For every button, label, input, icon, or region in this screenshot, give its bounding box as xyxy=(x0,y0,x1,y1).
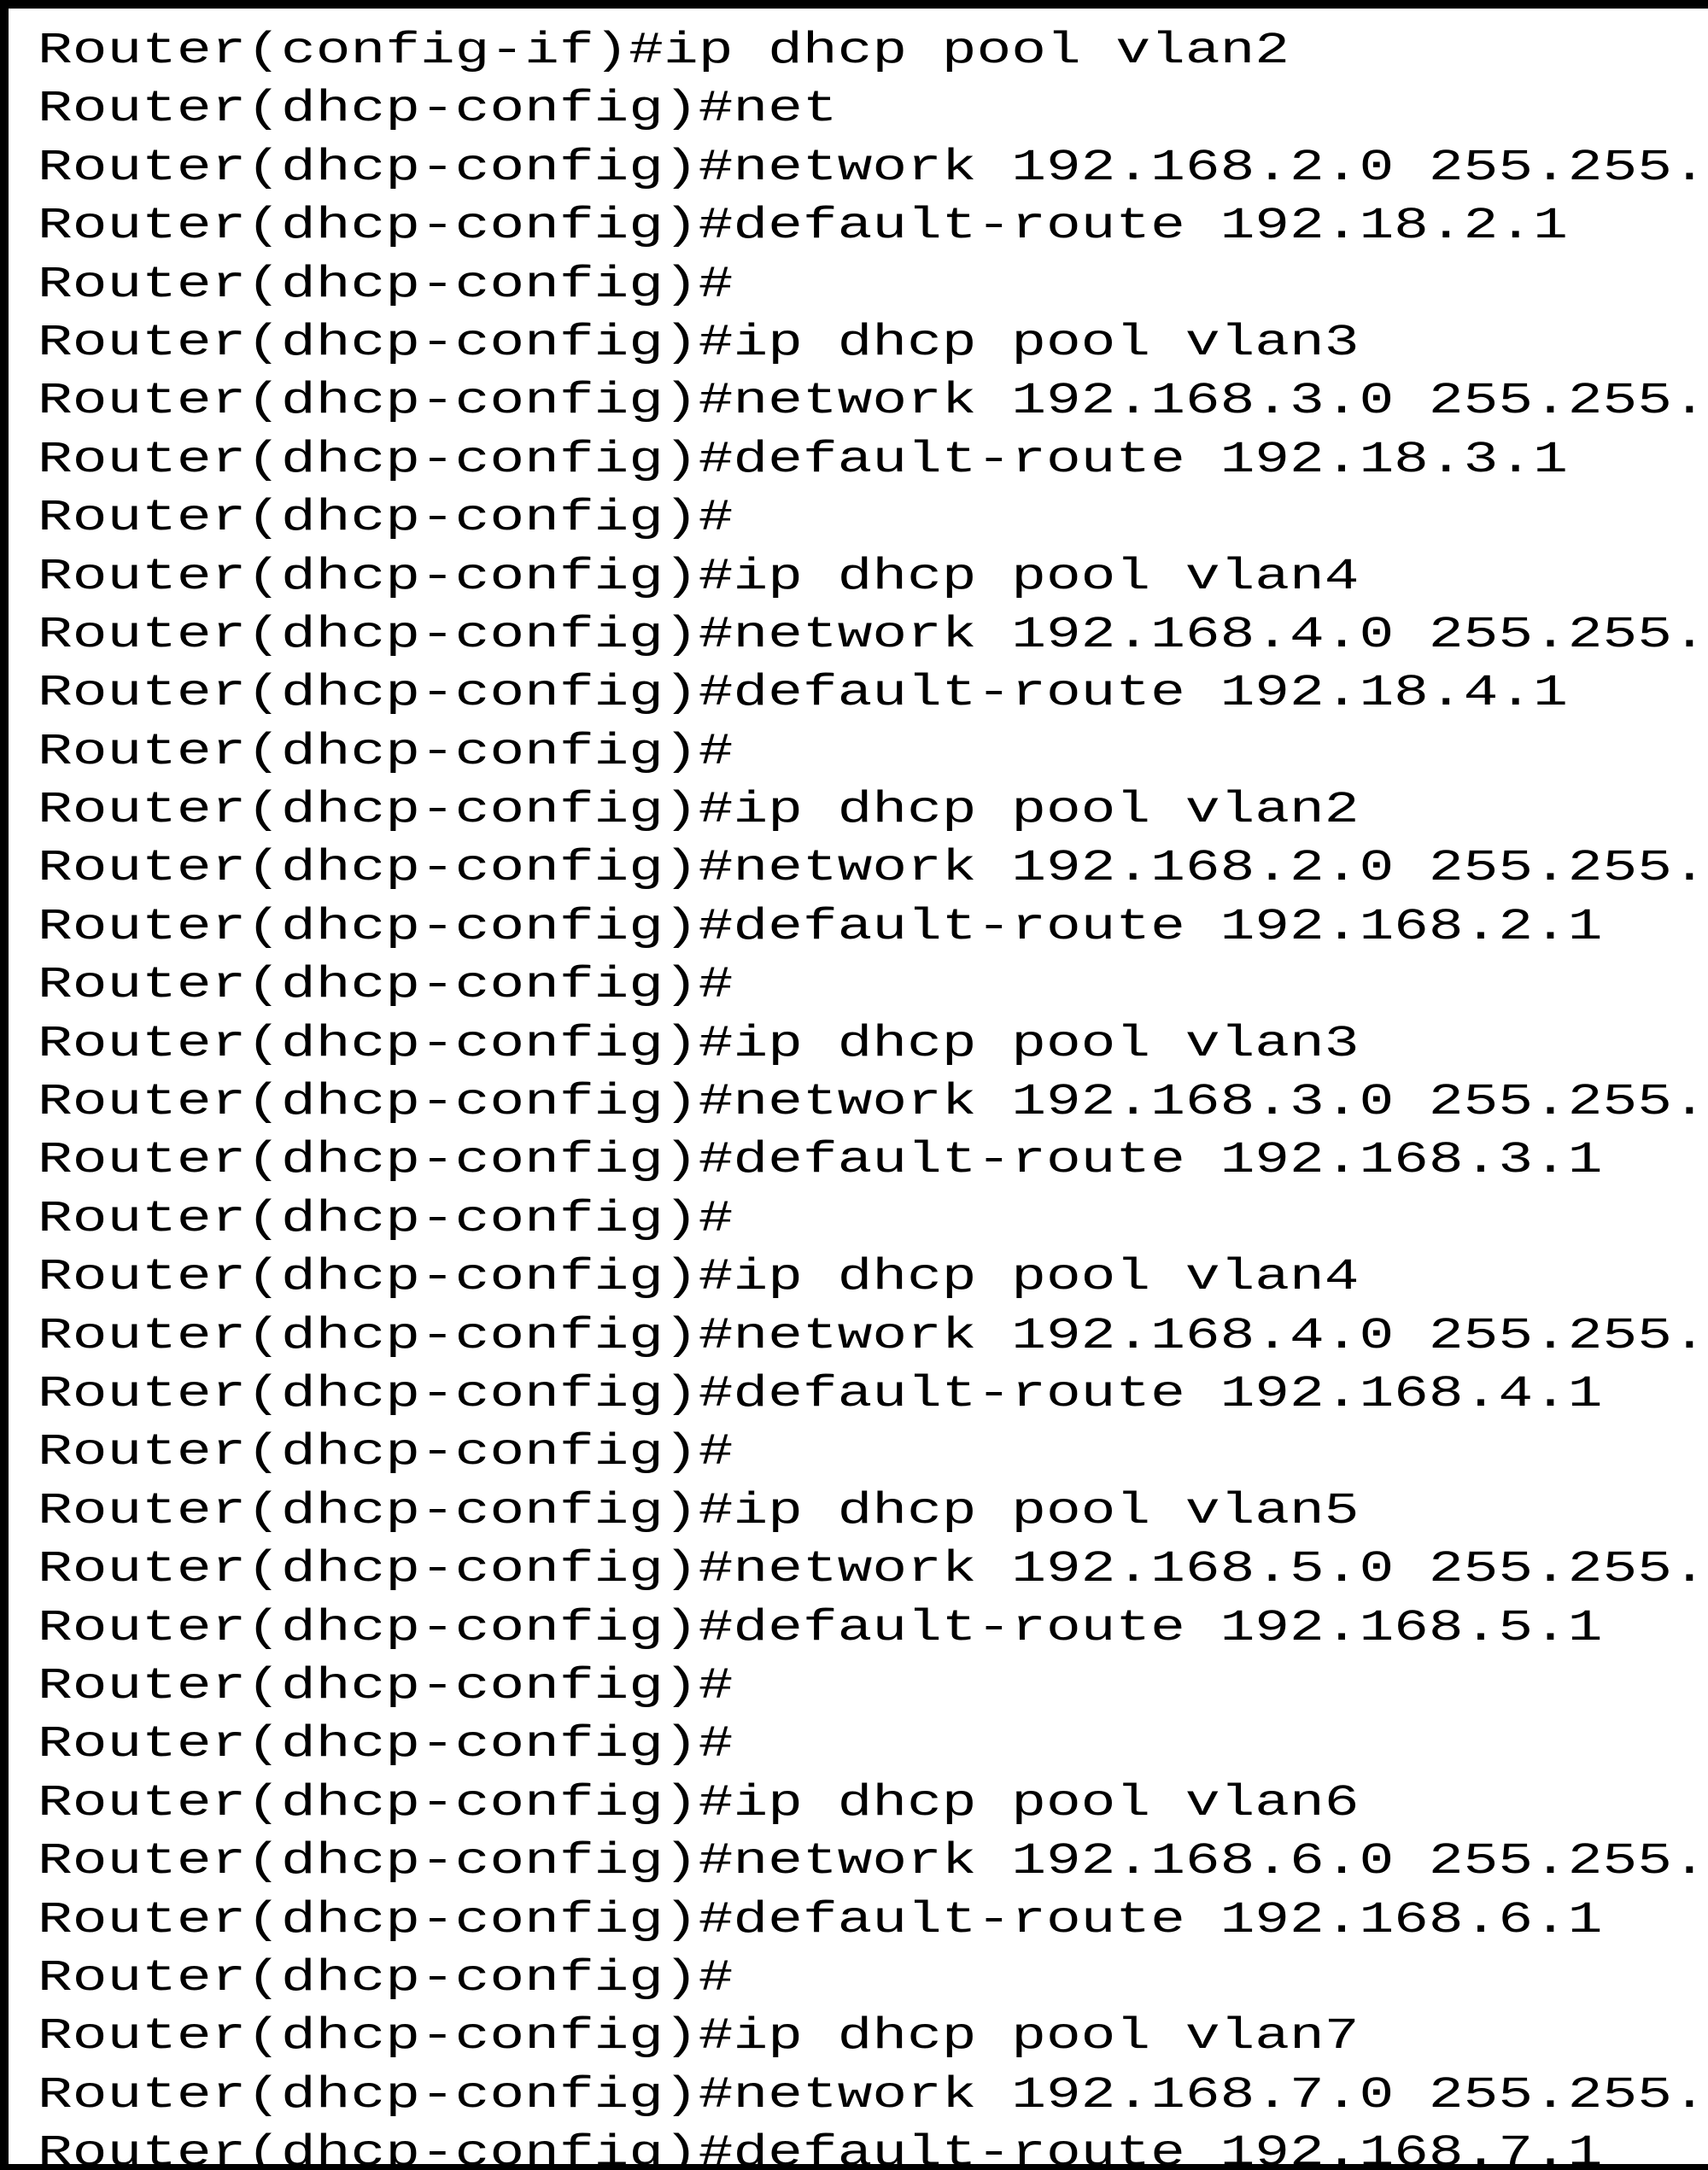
terminal-line: Router(dhcp-config)#net xyxy=(38,84,838,135)
terminal-line: Router(dhcp-config)#ip dhcp pool vlan4 xyxy=(38,551,1360,602)
terminal-line: Router(config-if)#ip dhcp pool vlan2 xyxy=(38,26,1290,76)
terminal-line: Router(dhcp-config)# xyxy=(38,1719,734,1770)
terminal-output: Router(config-if)#ip dhcp pool vlan2 Rou… xyxy=(38,22,1708,2164)
terminal-line: Router(dhcp-config)#network 192.168.4.0 … xyxy=(38,609,1708,660)
terminal-line: Router(dhcp-config)#network 192.168.4.0 … xyxy=(38,1310,1708,1361)
terminal-line: Router(dhcp-config)# xyxy=(38,960,734,1011)
terminal-line: Router(dhcp-config)#network 192.168.3.0 … xyxy=(38,1077,1708,1128)
terminal-line: Router(dhcp-config)#default-route 192.18… xyxy=(38,434,1568,485)
terminal-line: Router(dhcp-config)#network 192.168.5.0 … xyxy=(38,1544,1708,1595)
terminal-line: Router(dhcp-config)#network 192.168.2.0 … xyxy=(38,843,1708,894)
terminal-line: Router(dhcp-config)#default-route 192.16… xyxy=(38,901,1603,952)
terminal-line: Router(dhcp-config)#default-route 192.16… xyxy=(38,1602,1603,1653)
terminal-line: Router(dhcp-config)#default-route 192.16… xyxy=(38,1894,1603,1945)
terminal-line: Router(dhcp-config)#default-route 192.18… xyxy=(38,668,1568,719)
terminal-line: Router(dhcp-config)#network 192.168.6.0 … xyxy=(38,1836,1708,1887)
terminal-line: Router(dhcp-config)#ip dhcp pool vlan4 xyxy=(38,1252,1360,1303)
terminal-line: Router(dhcp-config)#ip dhcp pool vlan3 xyxy=(38,317,1360,368)
terminal-line: Router(dhcp-config)#network 192.168.2.0 … xyxy=(38,142,1708,193)
terminal-line: Router(dhcp-config)#default-route 192.16… xyxy=(38,1368,1603,1419)
terminal-line: Router(dhcp-config)# xyxy=(38,493,734,544)
terminal-line: Router(dhcp-config)# xyxy=(38,259,734,310)
terminal-line: Router(dhcp-config)# xyxy=(38,1427,734,1478)
terminal-line: Router(dhcp-config)#default-route 192.16… xyxy=(38,1135,1603,1186)
terminal-line: Router(dhcp-config)# xyxy=(38,1193,734,1244)
terminal-window[interactable]: Router(config-if)#ip dhcp pool vlan2 Rou… xyxy=(0,0,1708,2170)
terminal-line: Router(dhcp-config)# xyxy=(38,726,734,777)
terminal-line: Router(dhcp-config)#ip dhcp pool vlan5 xyxy=(38,1485,1360,1536)
terminal-line: Router(dhcp-config)#network 192.168.3.0 … xyxy=(38,376,1708,427)
terminal-line: Router(dhcp-config)#default-route 192.18… xyxy=(38,201,1568,252)
terminal-line: Router(dhcp-config)# xyxy=(38,1952,734,2003)
terminal-line: Router(dhcp-config)#ip dhcp pool vlan3 xyxy=(38,1018,1360,1069)
terminal-line: Router(dhcp-config)#network 192.168.7.0 … xyxy=(38,2069,1708,2120)
terminal-line: Router(dhcp-config)#default-route 192.16… xyxy=(38,2128,1603,2170)
terminal-line: Router(dhcp-config)#ip dhcp pool vlan6 xyxy=(38,1777,1360,1828)
terminal-line: Router(dhcp-config)#ip dhcp pool vlan2 xyxy=(38,785,1360,836)
terminal-line: Router(dhcp-config)# xyxy=(38,1660,734,1711)
terminal-line: Router(dhcp-config)#ip dhcp pool vlan7 xyxy=(38,2011,1360,2062)
